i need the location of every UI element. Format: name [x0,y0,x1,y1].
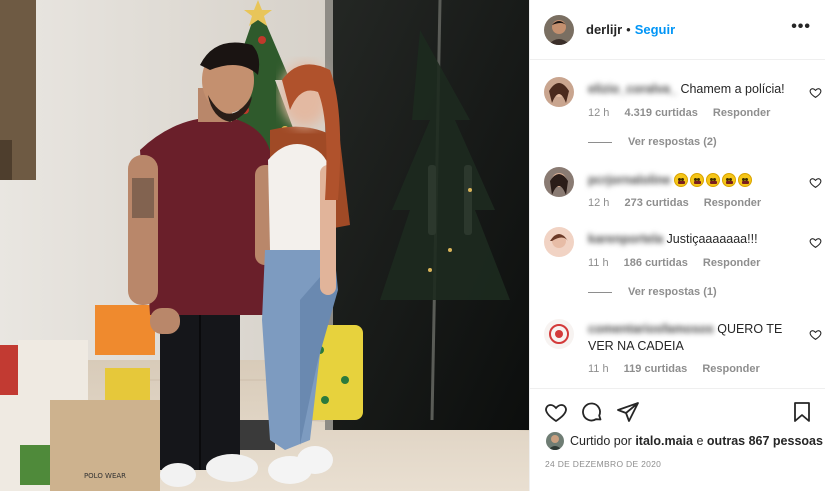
comment-likes[interactable]: 119 curtidas [624,363,688,375]
commenter-avatar[interactable] [544,227,574,257]
comment-time: 11 h [588,363,609,375]
commenter-avatar-image [544,167,574,197]
furious-face-emoji [706,173,721,187]
comment-meta: 12 h 273 curtidas Responder [588,197,773,209]
liked-by-user[interactable]: italo.maia [635,434,693,448]
save-bookmark-icon[interactable] [790,400,814,424]
comment-meta: 12 h 4.319 curtidas Responder [588,107,782,119]
comment-text-block: comentariosfamosos QUERO TE VER NA CADEI… [588,321,788,355]
furious-face-emoji [690,173,705,187]
comment-likes[interactable]: 186 curtidas [624,257,688,269]
comment-text-block: karenportela Justiçaaaaaaa!!! [588,231,788,248]
reply-button[interactable]: Responder [713,107,770,119]
like-comment-heart-icon[interactable] [809,176,822,189]
comments-list[interactable]: elizio_coralva_ Chamem a polícia! 12 h 4… [530,61,825,388]
like-heart-icon[interactable] [544,400,568,424]
commenter-avatar-image [544,319,574,349]
liked-by-prefix: Curtido por [570,434,632,448]
post-footer: Curtido por italo.maia e outras 867 pess… [530,388,825,491]
view-replies-label: Ver respostas (2) [628,136,717,148]
commenter-avatar[interactable] [544,319,574,349]
comment-time: 11 h [588,257,609,269]
comment-bubble-icon[interactable] [580,400,604,424]
comment-username[interactable]: comentariosfamosos [588,322,714,336]
author-username[interactable]: derlijr [586,22,622,37]
comment-meta: 11 h 186 curtidas Responder [588,257,772,269]
author-avatar[interactable] [544,14,574,45]
comment-time: 12 h [588,107,610,119]
comment-text-block: elizio_coralva_ Chamem a polícia! [588,81,788,98]
reply-button[interactable]: Responder [702,363,759,375]
liked-by-conjunction: e [696,434,704,448]
comment-meta: 11 h 119 curtidas Responder [588,363,772,375]
comment-likes[interactable]: 4.319 curtidas [624,107,697,119]
comment-username[interactable]: pcrjornaloline [588,173,671,187]
commenter-avatar[interactable] [544,167,574,197]
post-side-panel: derlijr • Seguir ••• elizio_coralva_ Cha… [529,0,825,491]
liked-by-others[interactable]: outras 867 pessoas [707,434,823,448]
post-header: derlijr • Seguir ••• [530,0,825,60]
comment-username[interactable]: elizio_coralva_ [588,82,677,96]
liker-avatar[interactable] [546,432,564,450]
replies-divider [588,291,612,293]
furious-face-emoji [674,173,689,187]
comment-text: Justiçaaaaaaa!!! [666,232,758,246]
header-separator: • [626,22,631,37]
comment-text: Chamem a polícia! [680,82,785,96]
follow-button[interactable]: Seguir [635,22,675,37]
comment-likes[interactable]: 273 curtidas [624,197,688,209]
action-bar [544,400,814,424]
author-avatar-image [544,14,574,45]
like-comment-heart-icon[interactable] [809,86,822,99]
commenter-avatar-image [544,77,574,107]
svg-text:POLO WEAR: POLO WEAR [84,472,126,480]
furious-face-emoji [722,173,737,187]
post-image-illustration: POLO WEAR [0,0,529,491]
commenter-avatar-image [544,227,574,257]
view-replies-button[interactable]: Ver respostas (1) [588,286,717,298]
commenter-avatar[interactable] [544,77,574,107]
share-paper-plane-icon[interactable] [616,400,640,424]
liker-avatar-image [546,432,564,450]
reply-button[interactable]: Responder [703,257,760,269]
liked-by-summary: Curtido por italo.maia e outras 867 pess… [546,432,823,450]
furious-face-emoji [738,173,753,187]
view-replies-label: Ver respostas (1) [628,286,717,298]
furious-face-emoji [674,173,754,187]
post-photo[interactable]: POLO WEAR [0,0,529,491]
more-horizontal-icon[interactable]: ••• [791,19,811,35]
comment-time: 12 h [588,197,610,209]
comment-username[interactable]: karenportela [588,232,663,246]
post-date[interactable]: 24 DE DEZEMBRO DE 2020 [545,459,661,469]
view-replies-button[interactable]: Ver respostas (2) [588,136,717,148]
like-comment-heart-icon[interactable] [809,236,822,249]
like-comment-heart-icon[interactable] [809,328,822,341]
reply-button[interactable]: Responder [704,197,761,209]
comment-text-block: pcrjornaloline [588,172,788,189]
replies-divider [588,141,612,143]
